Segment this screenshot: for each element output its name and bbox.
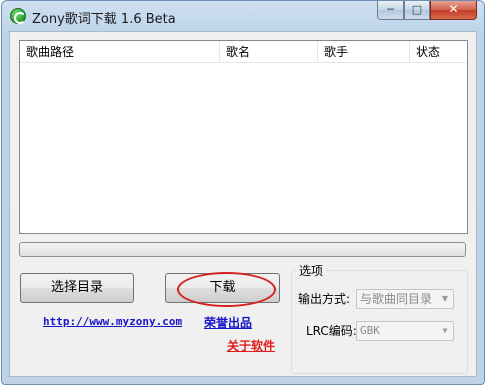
select-directory-button[interactable]: 选择目录 bbox=[20, 273, 134, 303]
song-list[interactable]: 歌曲路径 歌名 歌手 状态 bbox=[19, 40, 468, 234]
credit-link[interactable]: 荣誉出品 bbox=[204, 314, 252, 331]
app-icon bbox=[10, 8, 26, 24]
website-link[interactable]: http://www.myzony.com bbox=[43, 315, 182, 328]
client-area: 歌曲路径 歌名 歌手 状态 选择目录 下载 http://www.myzony.… bbox=[9, 31, 477, 377]
output-mode-value: 与歌曲同目录 bbox=[360, 292, 433, 306]
maximize-button[interactable]: □ bbox=[404, 1, 430, 20]
close-icon: ✕ bbox=[448, 2, 459, 16]
output-mode-select[interactable]: 与歌曲同目录 ▼ bbox=[356, 289, 454, 309]
title-bar[interactable]: Zony歌词下载 1.6 Beta ─ □ ✕ bbox=[2, 1, 484, 31]
about-software-link[interactable]: 关于软件 bbox=[227, 337, 275, 354]
close-button[interactable]: ✕ bbox=[430, 1, 477, 20]
column-header-status[interactable]: 状态 bbox=[410, 41, 467, 63]
list-header: 歌曲路径 歌名 歌手 状态 bbox=[20, 41, 467, 63]
column-header-song-name[interactable]: 歌名 bbox=[220, 41, 318, 63]
chevron-down-icon[interactable]: ▼ bbox=[437, 322, 453, 340]
main-window: Zony歌词下载 1.6 Beta ─ □ ✕ 歌曲路径 歌名 歌手 状态 选择… bbox=[1, 0, 485, 385]
options-group-title: 选项 bbox=[296, 262, 327, 279]
lrc-encoding-select[interactable]: GBK ▼ bbox=[356, 321, 454, 341]
output-mode-label: 输出方式: bbox=[298, 292, 351, 306]
column-header-song-path[interactable]: 歌曲路径 bbox=[20, 41, 220, 63]
minimize-button[interactable]: ─ bbox=[377, 1, 404, 20]
download-button[interactable]: 下载 bbox=[165, 273, 280, 303]
column-header-artist[interactable]: 歌手 bbox=[318, 41, 410, 63]
lrc-encoding-label: LRC编码: bbox=[306, 324, 357, 338]
lrc-encoding-value: GBK bbox=[360, 324, 380, 337]
download-progress-bar bbox=[19, 242, 466, 257]
minimize-icon: ─ bbox=[387, 3, 394, 16]
window-title: Zony歌词下载 1.6 Beta bbox=[32, 12, 176, 27]
chevron-down-icon[interactable]: ▼ bbox=[437, 290, 453, 308]
maximize-icon: □ bbox=[411, 3, 423, 16]
